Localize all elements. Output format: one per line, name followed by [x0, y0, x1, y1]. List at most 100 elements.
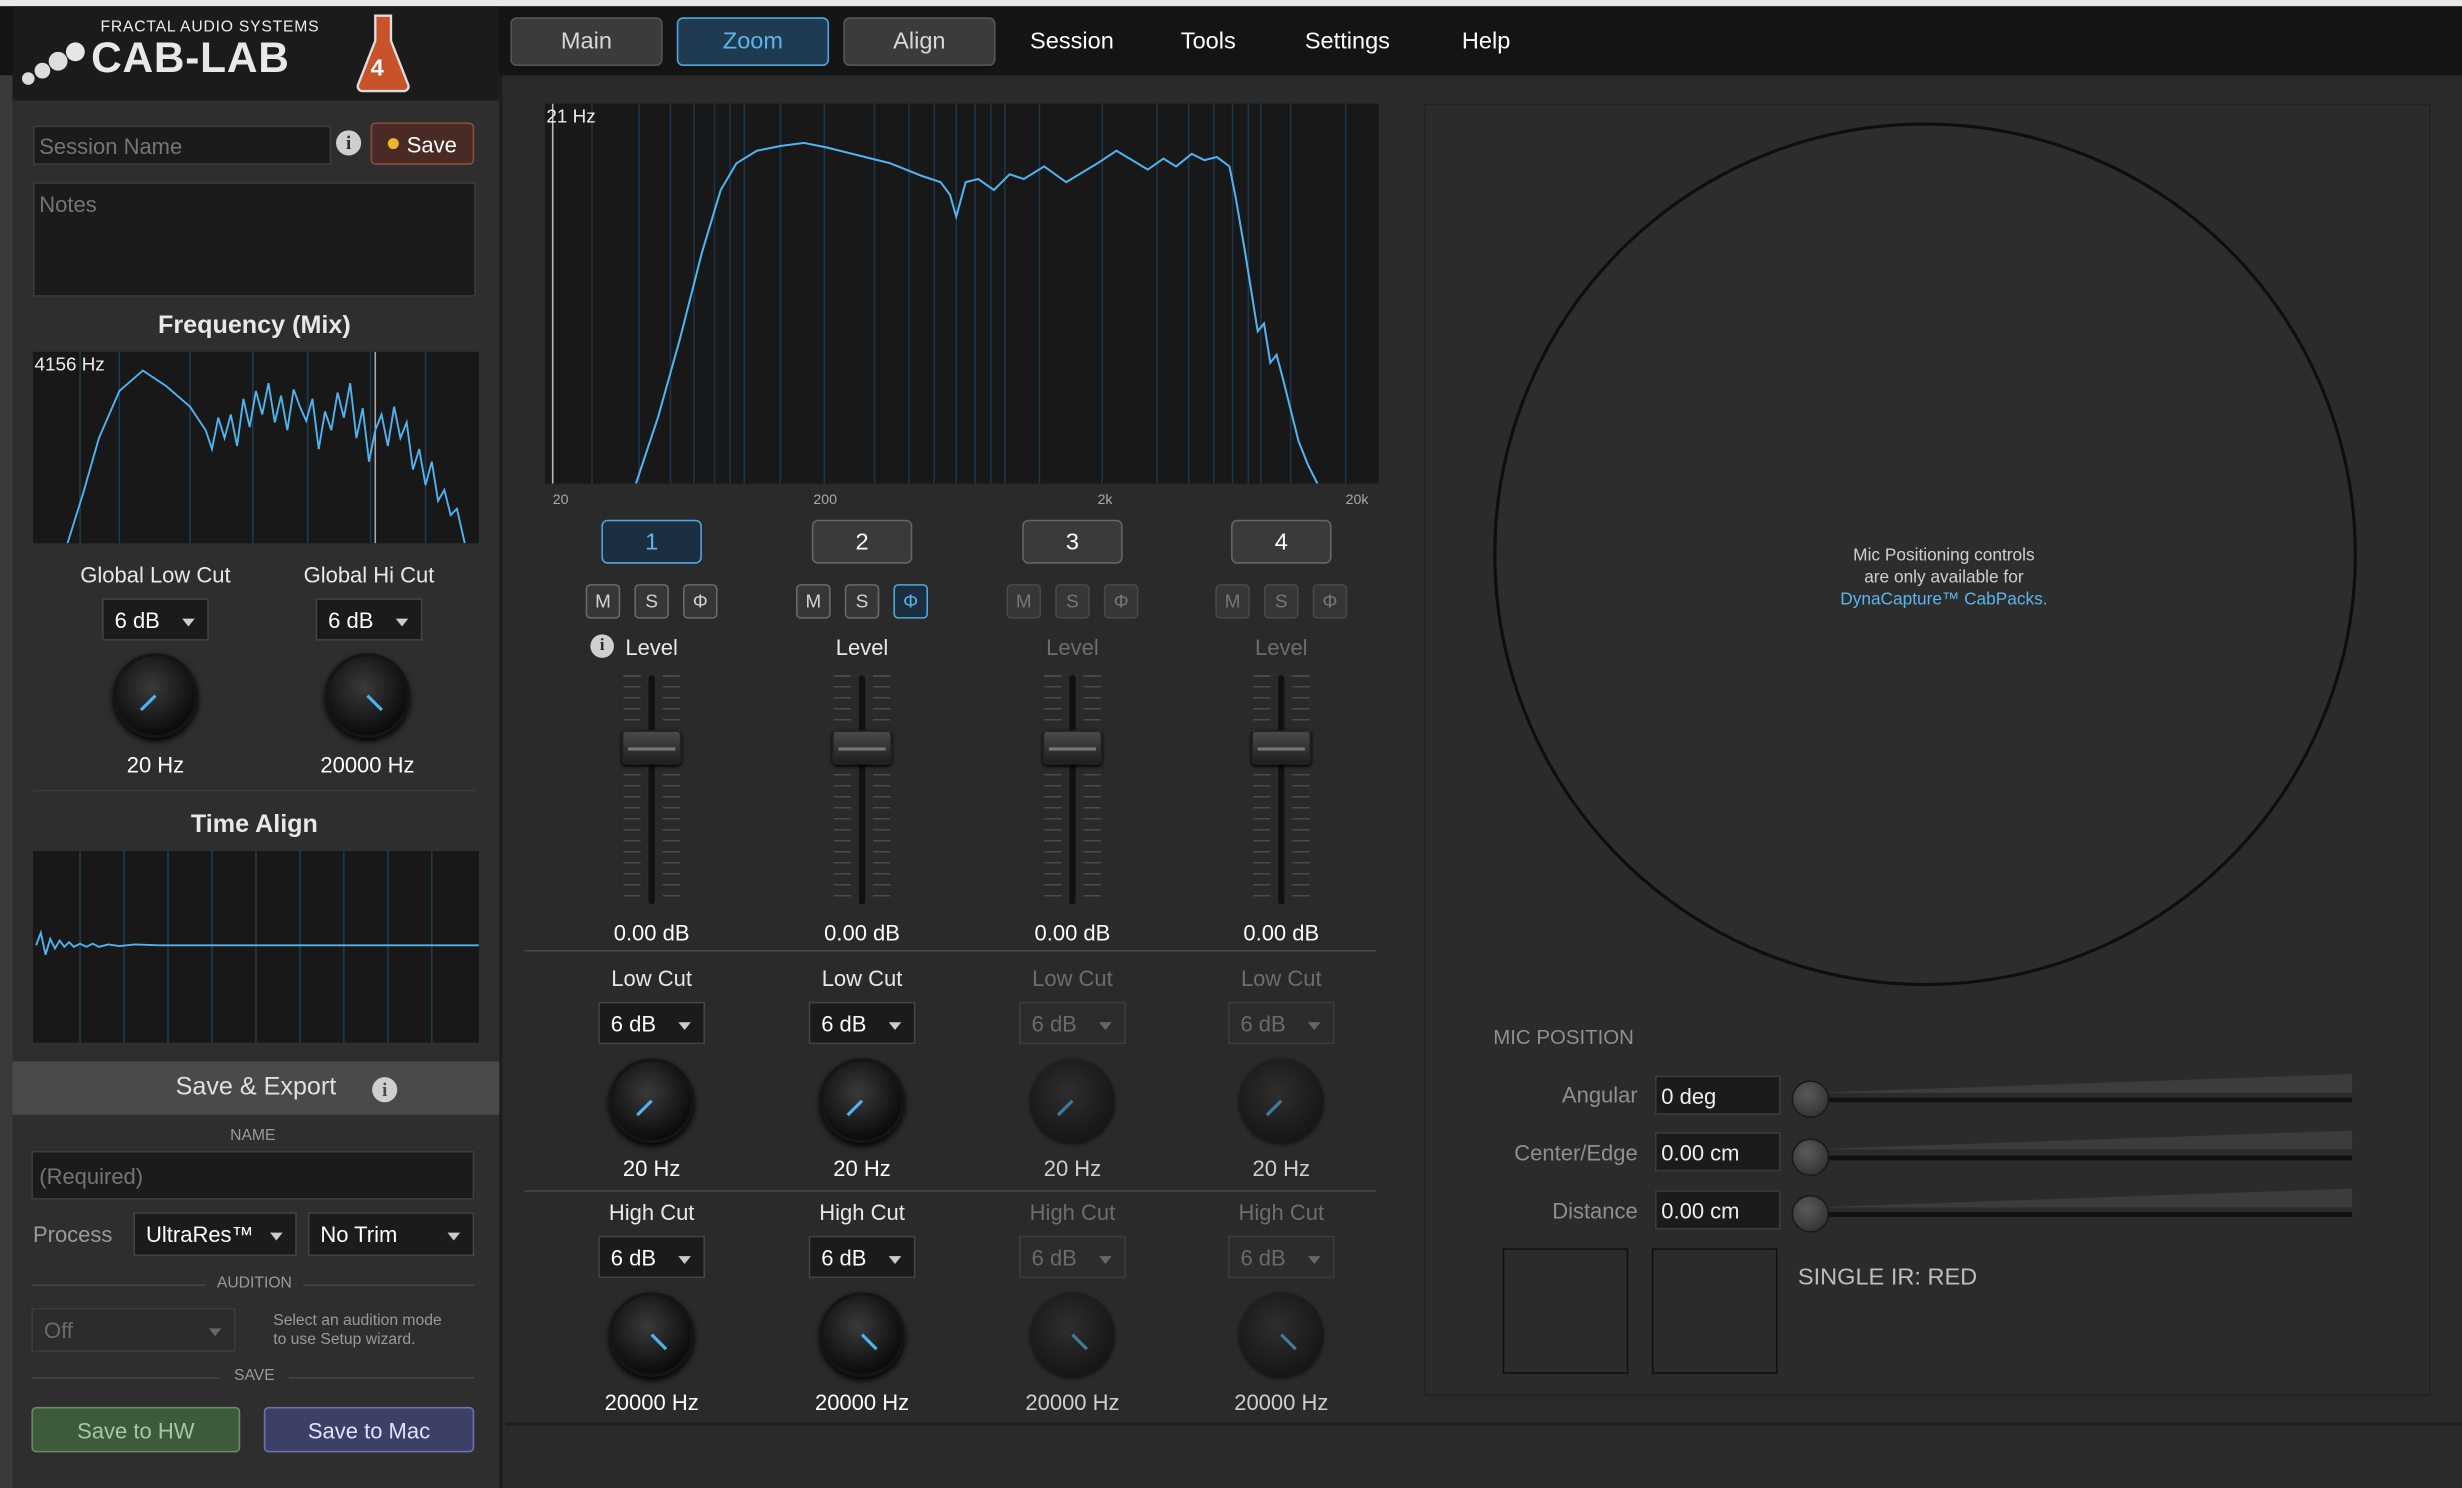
notes-field[interactable]: [32, 182, 476, 297]
channel-4-high-cut-freq: 20000 Hz: [1234, 1389, 1329, 1415]
mic-message: Mic Positioning controls are only availa…: [1738, 545, 2149, 611]
frequency-mix-plot[interactable]: 4156 Hz: [32, 351, 479, 544]
channel-3-solo-button[interactable]: S: [1055, 584, 1090, 619]
channel-4-phase-button[interactable]: Φ: [1312, 584, 1348, 619]
chevron-down-icon: [208, 1328, 222, 1337]
channel-1-low-cut-slope-select[interactable]: 6 dB: [598, 1001, 706, 1045]
global-hi-cut-slope-select[interactable]: 6 dB: [315, 598, 423, 641]
channel-3-low-cut-knob[interactable]: [1030, 1058, 1115, 1144]
channel-2-high-cut-knob[interactable]: [819, 1292, 905, 1378]
process-label: Process: [32, 1221, 113, 1247]
channel-4-low-cut-knob[interactable]: [1238, 1058, 1324, 1144]
center-edge-input[interactable]: 0.00 cm: [1654, 1132, 1781, 1172]
channel-1-fader-track[interactable]: [648, 675, 655, 905]
channel-3-low-cut-slope-select[interactable]: 6 dB: [1019, 1001, 1126, 1045]
divider: [524, 949, 1376, 952]
channel-4-low-cut-slope-select[interactable]: 6 dB: [1227, 1001, 1335, 1045]
channel-2-low-cut-knob[interactable]: [819, 1058, 905, 1144]
channel-3-high-cut-slope: 6 dB: [1031, 1244, 1077, 1270]
channel-3-button[interactable]: 3: [1022, 519, 1123, 564]
channel-3-high-cut-knob[interactable]: [1030, 1292, 1115, 1378]
channel-1-low-cut-knob[interactable]: [609, 1058, 695, 1144]
menu-settings[interactable]: Settings: [1305, 17, 1390, 66]
center-edge-slider-thumb[interactable]: [1791, 1138, 1830, 1177]
info-icon[interactable]: i: [336, 130, 362, 156]
global-low-cut-slope-value: 6 dB: [114, 606, 160, 633]
chevron-down-icon: [447, 1232, 461, 1241]
global-hi-cut-knob[interactable]: [325, 653, 410, 738]
time-align-plot[interactable]: [32, 851, 479, 1043]
distance-slider-track[interactable]: [1810, 1212, 2353, 1217]
channel-4-high-cut-slope-select[interactable]: 6 dB: [1227, 1235, 1335, 1279]
angular-slider-track[interactable]: [1810, 1097, 2353, 1103]
global-hi-cut-label: Global Hi Cut: [303, 562, 435, 588]
channel-1-solo-button[interactable]: S: [634, 584, 669, 619]
menu-tools[interactable]: Tools: [1181, 17, 1236, 66]
channel-1-mute-button[interactable]: M: [585, 584, 621, 619]
audition-hint: Select an audition mode to use Setup wiza…: [273, 1313, 441, 1351]
channel-4-fader-handle[interactable]: [1251, 730, 1312, 765]
channel-1-low-cut-label: Low Cut: [611, 965, 692, 991]
zoom-frequency-plot[interactable]: 21 Hz: [544, 103, 1379, 484]
channel-2-phase-button[interactable]: Φ: [893, 584, 928, 619]
channel-3-mute-button[interactable]: M: [1006, 584, 1042, 619]
channel-2-level-value: 0.00 dB: [824, 920, 900, 946]
dynacapture-link[interactable]: DynaCapture™ CabPacks.: [1738, 589, 2149, 611]
distance-slider-thumb[interactable]: [1791, 1194, 1830, 1233]
channel-2-mute-button[interactable]: M: [796, 584, 831, 619]
channel-2-fader-track[interactable]: [858, 675, 866, 905]
save-to-hw-button[interactable]: Save to HW: [31, 1406, 241, 1453]
channel-2-high-cut-slope: 6 dB: [821, 1244, 867, 1270]
global-low-cut-knob[interactable]: [113, 653, 198, 738]
channel-2-button[interactable]: 2: [811, 519, 913, 564]
menu-help[interactable]: Help: [1462, 17, 1510, 66]
channel-3-high-cut-slope-select[interactable]: 6 dB: [1019, 1235, 1126, 1279]
channel-1-fader-handle[interactable]: [621, 730, 682, 765]
channel-2-solo-button[interactable]: S: [844, 584, 880, 619]
brand-text: FRACTAL AUDIO SYSTEMS: [100, 18, 320, 37]
channel-3-phase-button[interactable]: Φ: [1103, 584, 1139, 619]
channel-4-fader-track[interactable]: [1278, 675, 1285, 905]
process-select[interactable]: UltraRes™: [133, 1212, 297, 1257]
mic-message-line-2: are only available for: [1864, 568, 2024, 588]
export-name-input[interactable]: [31, 1150, 475, 1200]
save-to-mac-button[interactable]: Save to Mac: [263, 1406, 475, 1453]
angular-input[interactable]: 0 deg: [1654, 1075, 1781, 1115]
channel-4-high-cut-knob[interactable]: [1238, 1292, 1324, 1378]
angular-slider-ramp: [1810, 1074, 2353, 1093]
channel-1-level-label: Level: [625, 634, 678, 660]
channel-2-high-cut-slope-select[interactable]: 6 dB: [808, 1235, 916, 1279]
tab-zoom[interactable]: Zoom: [676, 17, 830, 66]
save-session-button[interactable]: Save: [370, 122, 475, 165]
audition-select[interactable]: Off: [31, 1307, 236, 1352]
center-edge-slider-track[interactable]: [1810, 1155, 2353, 1161]
channel-1-phase-button[interactable]: Φ: [683, 584, 718, 619]
channel-4-button[interactable]: 4: [1231, 519, 1332, 564]
channel-2-low-cut-slope-select[interactable]: 6 dB: [808, 1001, 916, 1045]
distance-input[interactable]: 0.00 cm: [1654, 1190, 1781, 1230]
tab-align[interactable]: Align: [843, 17, 996, 66]
channel-1-button[interactable]: 1: [601, 519, 702, 564]
info-icon[interactable]: i: [372, 1077, 398, 1103]
channel-2-high-cut-freq: 20000 Hz: [814, 1389, 910, 1415]
global-low-cut-slope-select[interactable]: 6 dB: [102, 598, 209, 641]
distance-label: Distance: [1552, 1198, 1638, 1224]
session-name-input[interactable]: [32, 125, 332, 165]
trim-select[interactable]: No Trim: [307, 1212, 475, 1257]
bottom-divider: [505, 1422, 2462, 1426]
name-label: NAME: [230, 1127, 276, 1145]
channel-4-high-cut-label: High Cut: [1238, 1199, 1325, 1225]
channel-3-fader-handle[interactable]: [1042, 730, 1103, 765]
channel-4-level-value: 0.00 dB: [1243, 920, 1320, 946]
channel-1-high-cut-knob[interactable]: [609, 1292, 695, 1378]
channel-1-high-cut-slope-select[interactable]: 6 dB: [598, 1235, 706, 1279]
channel-4-mute-button[interactable]: M: [1215, 584, 1250, 619]
angular-slider-thumb[interactable]: [1791, 1080, 1830, 1118]
menu-session[interactable]: Session: [1030, 17, 1114, 66]
distance-slider-ramp: [1810, 1188, 2353, 1208]
tab-main[interactable]: Main: [510, 17, 663, 66]
channel-2-fader-handle[interactable]: [832, 730, 892, 765]
channel-4-solo-button[interactable]: S: [1264, 584, 1299, 619]
channel-3-fader-track[interactable]: [1069, 675, 1076, 905]
audition-label: AUDITION: [205, 1275, 304, 1293]
